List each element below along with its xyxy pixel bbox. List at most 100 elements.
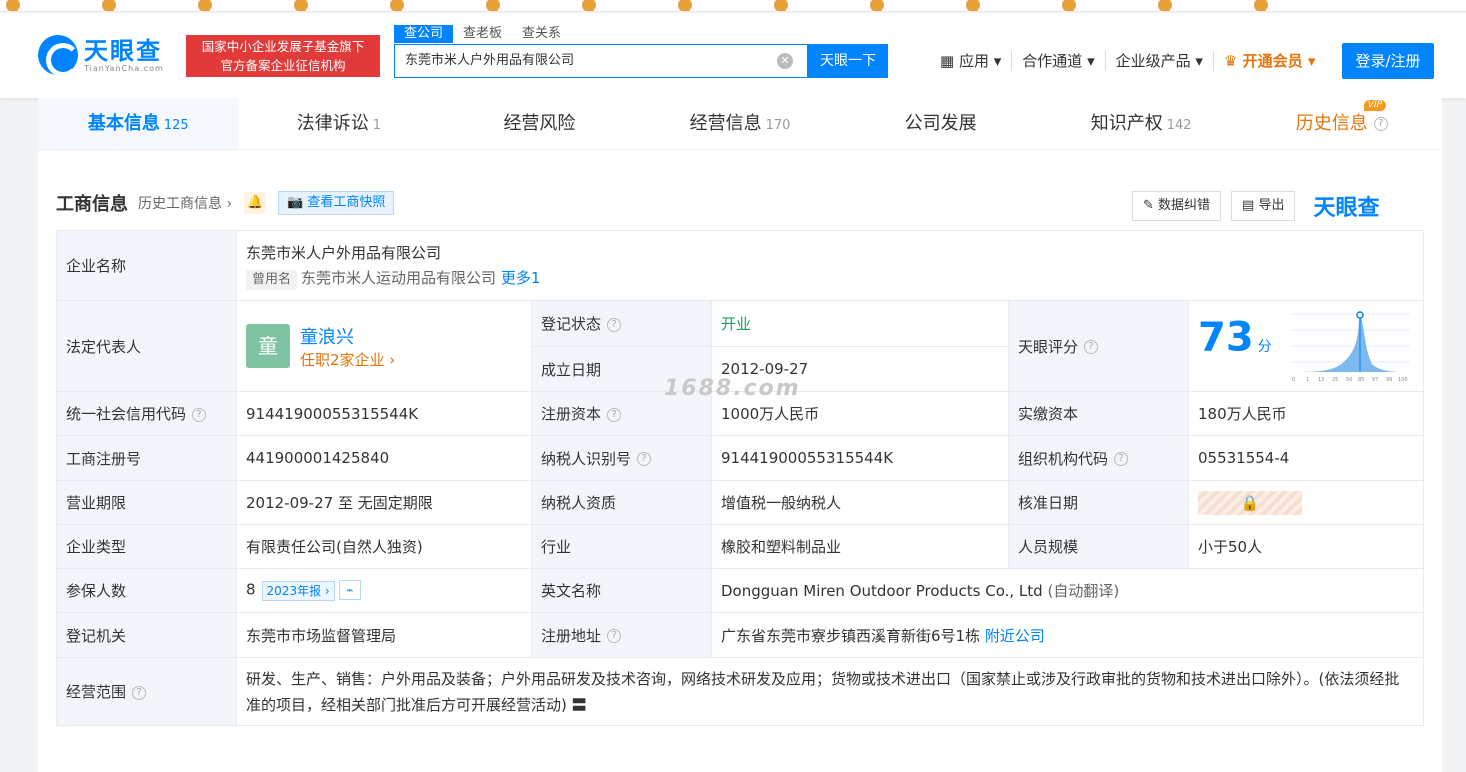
logo-domain: TianYanCha.com [84, 63, 164, 73]
legal-rep-cell: 童童浪兴 任职2家企业 › [236, 300, 532, 392]
tab-business[interactable]: 经营信息 170 [640, 98, 841, 149]
scope-value: 研发、生产、销售：户外用品及装备；户外用品研发及技术咨询，网络技术研发及应用；货… [246, 669, 1400, 714]
tab-development[interactable]: 公司发展 [840, 98, 1041, 149]
correct-button[interactable]: ✎ 数据纠错 [1132, 191, 1222, 221]
top-nav: ▦ 应用 ▾ 合作通道 ▾ 企业级产品 ▾ ♛ 开通会员 ▾ [930, 51, 1325, 71]
field-key: 企业类型 [56, 524, 237, 569]
industry-value: 橡胶和塑料制品业 [711, 524, 1009, 569]
avatar[interactable]: 童 [246, 324, 290, 368]
section-title: 工商信息 [56, 194, 128, 215]
table-row: 企业名称 东莞市米人户外用品有限公司 曾用名 东莞市米人运动用品有限公司 更多1 [56, 230, 1424, 301]
help-icon[interactable]: ? [1373, 117, 1388, 131]
tab-count: 142 [1166, 118, 1192, 133]
tab-label: 法律诉讼 [296, 113, 369, 134]
score-cell: 73 分 0 1 13 25 50 85 97 99 100 [1188, 300, 1424, 392]
search-button[interactable]: 天眼一下 [808, 44, 888, 78]
bookmarks-bar [0, 0, 1466, 12]
ucc-key-label: 统一社会信用代码 [66, 405, 187, 423]
overlay-watermark: 1688.com [664, 376, 801, 401]
search-tab-company[interactable]: 查公司 [394, 25, 454, 43]
scope-key-label: 经营范围 [66, 683, 127, 701]
search-tab-relation[interactable]: 查关系 [512, 25, 571, 43]
search-type-tabs: 查公司 查老板 查关系 [394, 25, 571, 43]
export-button[interactable]: ▤ 导出 [1231, 191, 1296, 221]
field-key: 组织机构代码? [1008, 435, 1189, 481]
tab-history[interactable]: 历史信息? VIP [1241, 98, 1442, 149]
paid-capital-value: 180万人民币 [1188, 391, 1424, 436]
authority-value: 东莞市市场监督管理局 [236, 612, 532, 658]
company-name-cell: 东莞市米人户外用品有限公司 曾用名 东莞市米人运动用品有限公司 更多1 [236, 230, 1424, 301]
tab-label: 经营风险 [503, 113, 576, 134]
site-logo[interactable]: 天眼查 TianYanCha.com [38, 35, 164, 75]
former-name: 东莞市米人运动用品有限公司 [301, 268, 497, 287]
nav-apps[interactable]: ▦ 应用 ▾ [930, 51, 1013, 71]
field-key: 经营范围? [56, 657, 237, 726]
bell-icon[interactable]: 🔔 [244, 192, 267, 214]
addr-key-label: 注册地址 [541, 626, 602, 645]
clear-icon[interactable]: ✕ [777, 53, 793, 69]
help-icon[interactable]: ? [192, 407, 207, 422]
status-key-label: 登记状态 [541, 315, 602, 333]
logo-icon [38, 35, 78, 75]
help-icon[interactable]: ? [637, 452, 652, 466]
tab-label: 知识产权 [1090, 113, 1163, 134]
section-header: 工商信息 历史工商信息 › 🔔 📷 查看工商快照 [56, 190, 395, 216]
field-key: 英文名称 [531, 568, 712, 613]
tax-qualification-value: 增值税一般纳税人 [711, 480, 1009, 525]
help-icon[interactable]: ? [607, 407, 622, 422]
nav-vip[interactable]: ♛ 开通会员 ▾ [1214, 51, 1325, 71]
axis-tick: 85 [1358, 377, 1364, 383]
axis-tick: 99 [1386, 377, 1392, 383]
tab-label: 基本信息 [87, 113, 160, 134]
history-link[interactable]: 历史工商信息 › [138, 193, 232, 213]
expand-icon[interactable]: 〓 [572, 696, 587, 714]
help-icon[interactable]: ? [132, 685, 147, 700]
annual-report-tag[interactable]: 2023年报 › [261, 580, 335, 601]
search-value: 东莞市米人户外用品有限公司 [405, 53, 575, 68]
vip-badge: VIP [1363, 100, 1387, 111]
tab-count: 170 [765, 118, 791, 133]
help-icon[interactable]: ? [607, 317, 622, 332]
watermark-logo: 天眼查 [1313, 196, 1380, 221]
tab-ip[interactable]: 知识产权 142 [1041, 98, 1242, 149]
nav-cooperation[interactable]: 合作通道 ▾ [1012, 51, 1106, 71]
tab-legal[interactable]: 法律诉讼 1 [239, 98, 440, 149]
site-header: 天眼查 TianYanCha.com 国家中小企业发展子基金旗下 官方备案企业征信机… [0, 13, 1466, 98]
table-row: 营业期限 2012-09-27 至 无固定期限 纳税人资质 增值税一般纳税人 核… [56, 480, 1424, 525]
tab-label: 历史信息 [1295, 113, 1368, 134]
trend-chart-icon[interactable]: ⌁ [338, 580, 361, 601]
score-marker [1356, 311, 1365, 319]
company-type-value: 有限责任公司(自然人独资) [236, 524, 532, 569]
more-link[interactable]: 更多1 [501, 269, 541, 287]
tab-risk[interactable]: 经营风险 [439, 98, 640, 149]
table-row: 参保人数 8 2023年报 › ⌁ 英文名称 Dongguan Miren Outd… [56, 568, 1424, 613]
business-info-table: 企业名称 东莞市米人户外用品有限公司 曾用名 东莞市米人运动用品有限公司 更多1 法… [56, 230, 1424, 726]
help-icon[interactable]: ? [1084, 340, 1099, 354]
nav-enterprise[interactable]: 企业级产品 ▾ [1106, 51, 1214, 71]
legal-rep-name[interactable]: 童浪兴 [300, 323, 395, 349]
table-row: 工商注册号 441900001425840 纳税人识别号? 9144190005… [56, 435, 1424, 481]
axis-tick: 100 [1398, 377, 1408, 383]
score-unit: 分 [1257, 338, 1272, 355]
capital-key-label: 注册资本 [541, 405, 602, 423]
help-icon[interactable]: ? [1114, 452, 1129, 466]
axis-tick: 1 [1306, 377, 1309, 383]
insured-cell: 8 2023年报 › ⌁ [236, 568, 532, 613]
snapshot-button[interactable]: 📷 查看工商快照 [278, 191, 395, 215]
tab-basic-info[interactable]: 基本信息 125 [38, 98, 239, 149]
legal-rep-positions[interactable]: 任职2家企业 › [300, 349, 395, 370]
login-button[interactable]: 登录/注册 [1342, 43, 1434, 79]
tab-count: 1 [372, 118, 381, 133]
address-value: 广东省东莞市寮步镇西溪育新街6号1栋 [721, 626, 981, 645]
logo-text: 天眼查 [84, 36, 162, 65]
nearby-companies-link[interactable]: 附近公司 [985, 627, 1045, 645]
table-row: 登记机关 东莞市市场监督管理局 注册地址? 广东省东莞市寮步镇西溪育新街6号1栋… [56, 612, 1424, 658]
lock-icon[interactable]: 🔒 [1198, 490, 1302, 515]
auto-translate-note: (自动翻译) [1047, 582, 1120, 600]
field-key: 行业 [531, 524, 712, 569]
field-key: 实缴资本 [1008, 391, 1189, 436]
search-tab-boss[interactable]: 查老板 [453, 25, 512, 43]
search-input[interactable]: 东莞市米人户外用品有限公司 ✕ [394, 44, 808, 78]
table-row: 企业类型 有限责任公司(自然人独资) 行业 橡胶和塑料制品业 人员规模 小于50… [56, 524, 1424, 569]
help-icon[interactable]: ? [607, 629, 622, 643]
